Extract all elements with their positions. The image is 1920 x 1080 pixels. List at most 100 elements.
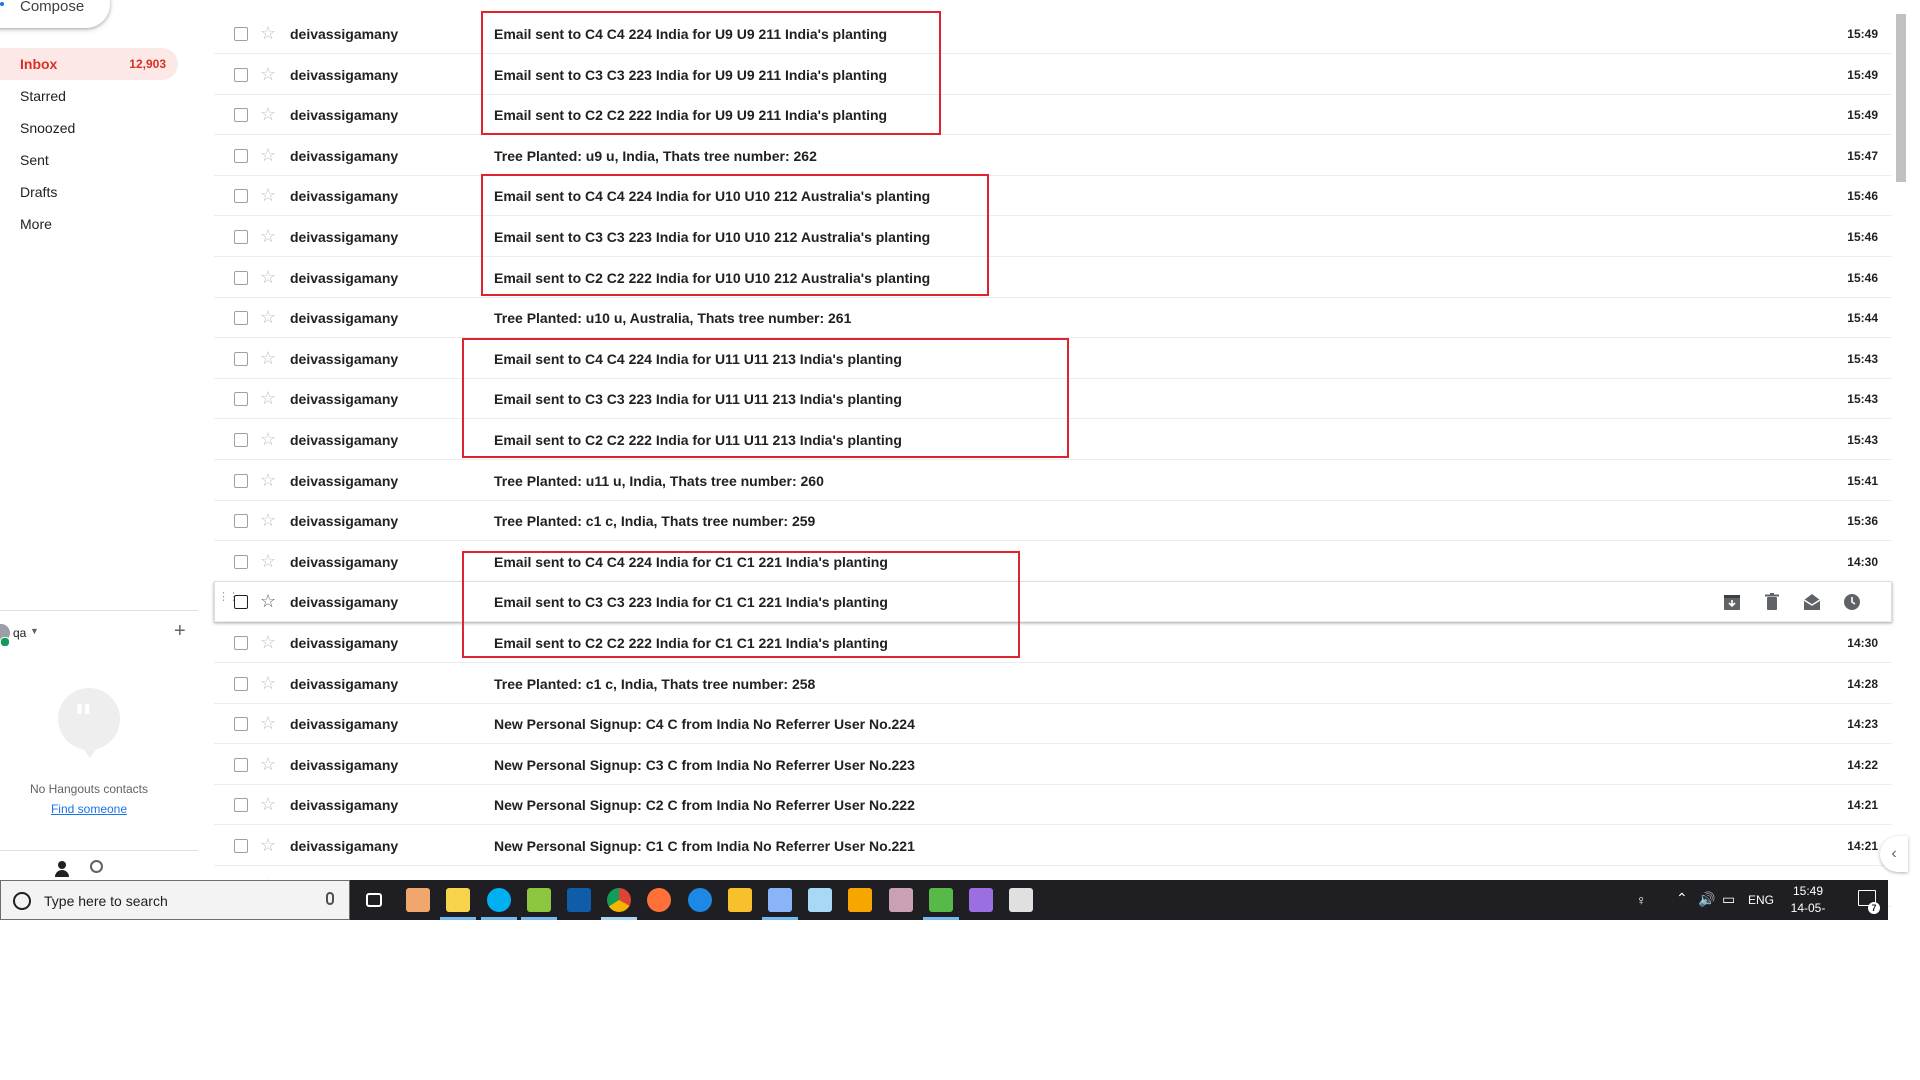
- language-indicator[interactable]: ENG: [1748, 893, 1774, 933]
- nav-item-starred[interactable]: Starred: [0, 80, 178, 112]
- row-checkbox[interactable]: [234, 757, 248, 772]
- star-icon[interactable]: ☆: [260, 64, 276, 84]
- row-checkbox[interactable]: [234, 230, 248, 244]
- notepad-plus-icon[interactable]: [526, 888, 551, 912]
- office-icon[interactable]: [848, 888, 873, 912]
- row-checkbox[interactable]: [234, 717, 248, 732]
- email-row[interactable]: ☆ deivassigamany Tree Planted: c1 c, India…: [214, 501, 1892, 542]
- email-row[interactable]: ☆ deivassigamany Email sent to C4 C4 224 I…: [214, 176, 1892, 217]
- calculator-icon[interactable]: [1009, 888, 1034, 912]
- star-icon[interactable]: ☆: [260, 104, 276, 124]
- star-icon[interactable]: ☆: [260, 307, 276, 327]
- star-icon[interactable]: ☆: [260, 185, 276, 205]
- star-icon[interactable]: ☆: [260, 388, 276, 408]
- nav-item-more[interactable]: More: [0, 208, 178, 240]
- taskbar-search[interactable]: Type here to search: [0, 880, 350, 920]
- mark-as-read-icon[interactable]: [1800, 590, 1824, 614]
- email-row[interactable]: ☆ deivassigamany Email sent to C2 C2 222 I…: [214, 623, 1892, 663]
- nav-item-sent[interactable]: Sent: [0, 144, 178, 176]
- email-row[interactable]: ☆ deivassigamany Tree Planted: u9 u, India…: [214, 136, 1892, 176]
- email-row[interactable]: ☆ deivassigamany New Personal Signup: C1 C…: [214, 826, 1892, 866]
- star-icon[interactable]: ☆: [260, 470, 276, 490]
- email-row[interactable]: ☆ deivassigamany Email sent to C3 C3 223 I…: [214, 379, 1892, 420]
- email-row[interactable]: ☆ deivassigamany Email sent to C3 C3 223 I…: [214, 55, 1892, 95]
- archive-icon[interactable]: [1720, 590, 1744, 614]
- notepad-icon[interactable]: [808, 888, 833, 912]
- star-icon[interactable]: ☆: [260, 429, 276, 449]
- row-checkbox[interactable]: [234, 473, 248, 488]
- microphone-icon[interactable]: [326, 892, 334, 905]
- task-view-icon[interactable]: [366, 893, 382, 907]
- paint-icon[interactable]: [406, 888, 431, 912]
- row-checkbox[interactable]: [234, 392, 248, 407]
- star-icon[interactable]: ☆: [260, 754, 276, 774]
- star-icon[interactable]: ☆: [260, 348, 276, 368]
- email-row[interactable]: ☆ deivassigamany Email sent to C2 C2 222 I…: [214, 420, 1892, 460]
- email-row[interactable]: ☆ deivassigamany Email sent to C4 C4 224 I…: [214, 542, 1892, 582]
- email-row[interactable]: ☆ deivassigamany Tree Planted: u10 u, Aust…: [214, 298, 1892, 339]
- email-row[interactable]: ☆ deivassigamany Email sent to C4 C4 224 I…: [214, 339, 1892, 379]
- edge-icon[interactable]: [687, 888, 712, 912]
- find-someone-link[interactable]: Find someone: [0, 802, 178, 816]
- star-icon[interactable]: ☆: [260, 551, 276, 571]
- email-row[interactable]: ☆ deivassigamany Tree Planted: u11 u, Indi…: [214, 461, 1892, 501]
- row-checkbox[interactable]: [234, 270, 248, 285]
- nav-item-snoozed[interactable]: Snoozed: [0, 112, 178, 144]
- star-icon[interactable]: ☆: [260, 23, 276, 43]
- email-row[interactable]: ☆ deivassigamany Email sent to C2 C2 222 I…: [214, 95, 1892, 136]
- email-row[interactable]: ☆ deivassigamany Email sent to C3 C3 223 I…: [214, 217, 1892, 257]
- network-icon[interactable]: ▭: [1722, 891, 1735, 931]
- sticky-notes-icon[interactable]: [446, 888, 471, 912]
- email-row[interactable]: ☆ deivassigamany Email sent to C4 C4 224 I…: [214, 14, 1892, 54]
- star-icon[interactable]: ☆: [260, 591, 276, 611]
- star-icon[interactable]: ☆: [260, 794, 276, 814]
- hangouts-user[interactable]: qa ▼ +: [0, 620, 198, 647]
- row-checkbox[interactable]: [234, 27, 248, 41]
- nav-item-inbox[interactable]: Inbox 12,903: [0, 48, 178, 80]
- email-row[interactable]: ☆ deivassigamany New Personal Signup: C3 C…: [214, 745, 1892, 785]
- star-icon[interactable]: ☆: [260, 673, 276, 693]
- email-row[interactable]: ☆ deivassigamany New Personal Signup: C2 C…: [214, 785, 1892, 826]
- email-row[interactable]: ☆ deivassigamany Tree Planted: c1 c, India…: [214, 664, 1892, 704]
- row-checkbox[interactable]: [234, 108, 248, 123]
- onenote-icon[interactable]: [888, 888, 913, 912]
- star-icon[interactable]: ☆: [260, 632, 276, 652]
- row-checkbox[interactable]: [234, 798, 248, 813]
- row-checkbox[interactable]: [234, 311, 248, 326]
- skype-icon[interactable]: [486, 888, 511, 912]
- email-row[interactable]: ☆ deivassigamany Email sent to C2 C2 222 I…: [214, 258, 1892, 298]
- scrollbar-thumb[interactable]: [1896, 14, 1906, 182]
- star-icon[interactable]: ☆: [260, 226, 276, 246]
- row-checkbox[interactable]: [234, 676, 248, 691]
- taskbar-clock[interactable]: 15:49 14-05-2020: [1778, 883, 1838, 934]
- nav-item-drafts[interactable]: Drafts: [0, 176, 178, 208]
- row-checkbox[interactable]: [234, 839, 248, 853]
- email-row[interactable]: ☆ deivassigamany New Personal Signup: C4 C…: [214, 704, 1892, 745]
- star-icon[interactable]: ☆: [260, 835, 276, 855]
- row-checkbox[interactable]: [234, 189, 248, 204]
- delete-icon[interactable]: [1760, 590, 1784, 614]
- side-panel-toggle[interactable]: ‹: [1880, 836, 1908, 872]
- row-checkbox[interactable]: [234, 67, 248, 82]
- feather-icon[interactable]: [969, 888, 993, 912]
- people-icon[interactable]: ♀: [1636, 892, 1647, 932]
- row-checkbox[interactable]: [234, 433, 248, 447]
- row-checkbox[interactable]: [234, 514, 248, 529]
- paint-3d-icon[interactable]: [768, 888, 792, 912]
- file-explorer-icon[interactable]: [727, 888, 752, 912]
- star-icon[interactable]: ☆: [260, 145, 276, 165]
- firefox-icon[interactable]: [647, 888, 672, 912]
- snipping-icon[interactable]: [928, 888, 953, 912]
- volume-icon[interactable]: 🔊: [1698, 891, 1715, 931]
- snooze-icon[interactable]: [1840, 590, 1864, 614]
- row-checkbox[interactable]: [234, 636, 248, 650]
- star-icon[interactable]: ☆: [260, 510, 276, 530]
- row-checkbox[interactable]: [234, 595, 248, 610]
- email-row[interactable]: ⋮⋮ ☆ deivassigamany Email sent to C3 C3 223…: [214, 582, 1892, 623]
- row-checkbox[interactable]: [234, 554, 248, 569]
- add-contact-icon[interactable]: +: [174, 620, 186, 643]
- compose-button[interactable]: Compose: [0, 0, 110, 28]
- star-icon[interactable]: ☆: [260, 713, 276, 733]
- caret-down-icon[interactable]: ▼: [30, 626, 39, 636]
- row-checkbox[interactable]: [234, 148, 248, 163]
